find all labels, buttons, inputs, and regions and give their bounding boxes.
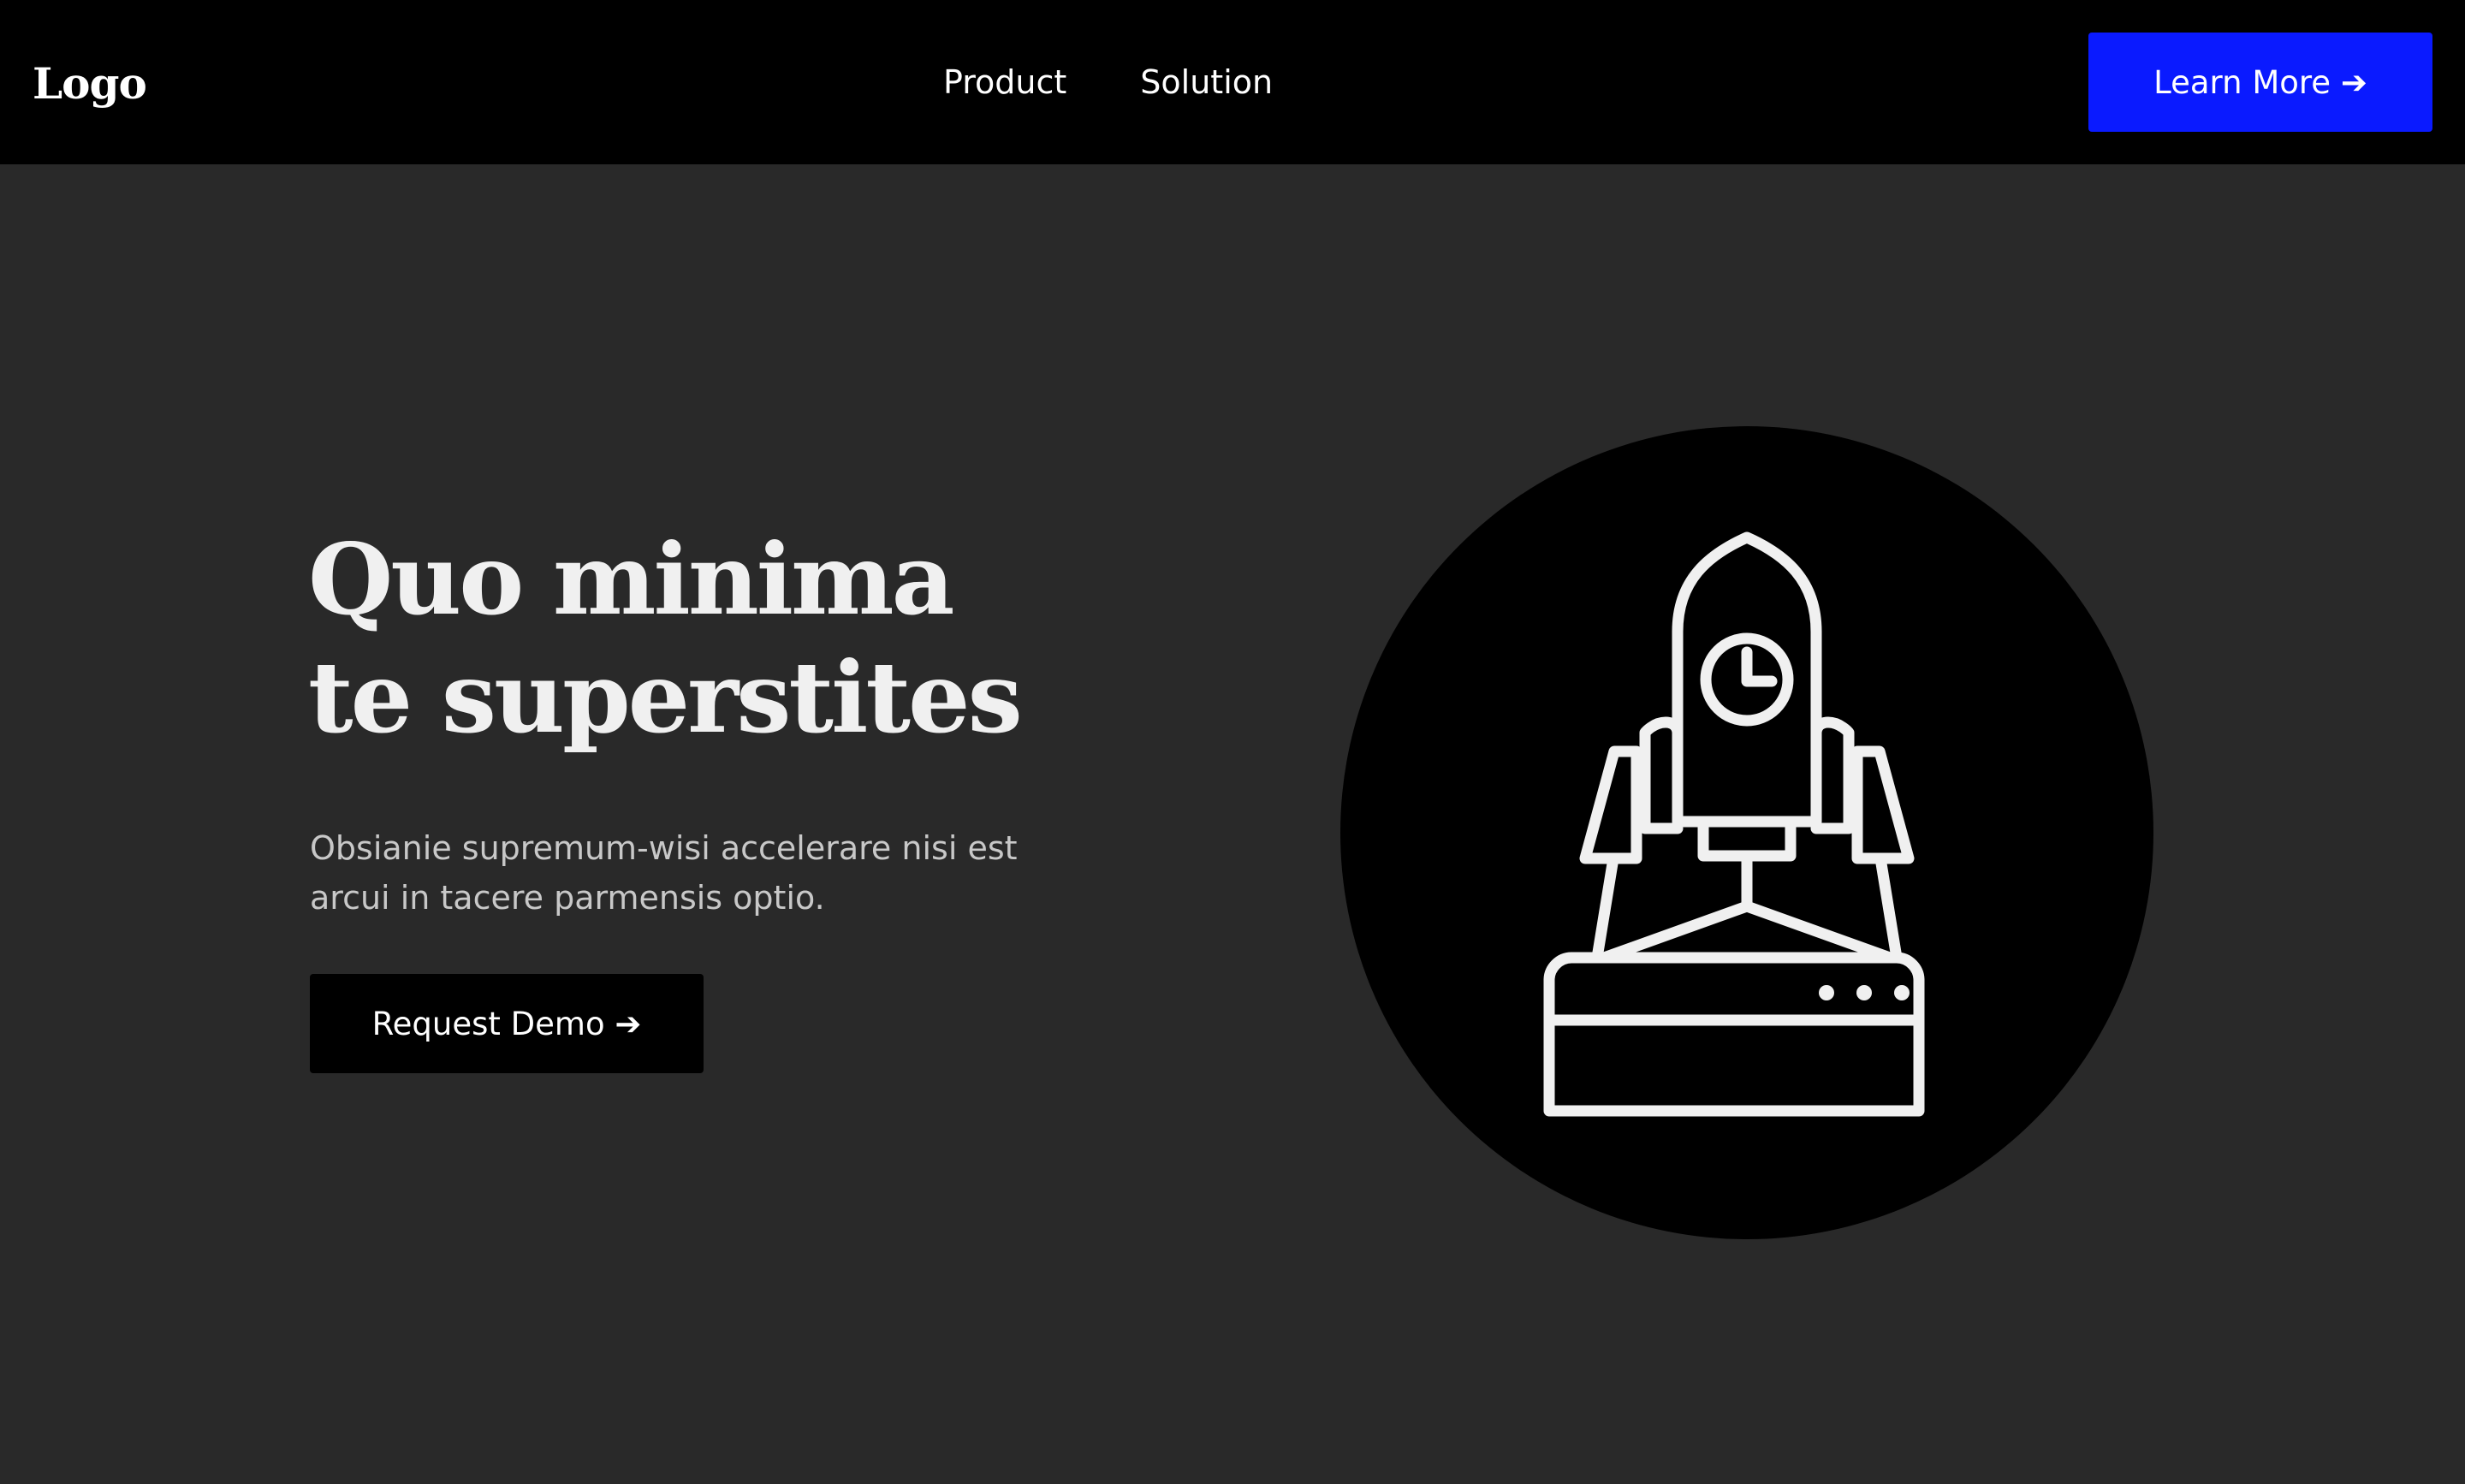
nav-link-product[interactable]: Product [943,55,1066,110]
hero-illustration [1340,426,2153,1239]
hero-subtitle: Obsianie supremum-wisi accelerare nisi e… [310,829,1018,917]
learn-more-button[interactable]: Learn More ➔ [2088,33,2432,132]
main-nav: Product Solution [943,55,1273,110]
rocket-launch-icon [1543,531,1925,1117]
hero-title: Quo minima te superstites [308,522,1023,755]
logo[interactable]: Logo [33,50,147,118]
top-navbar: Logo Product Solution Learn More ➔ [0,0,2465,164]
request-demo-button[interactable]: Request Demo ➔ [310,974,704,1073]
nav-link-solution[interactable]: Solution [1140,55,1273,110]
